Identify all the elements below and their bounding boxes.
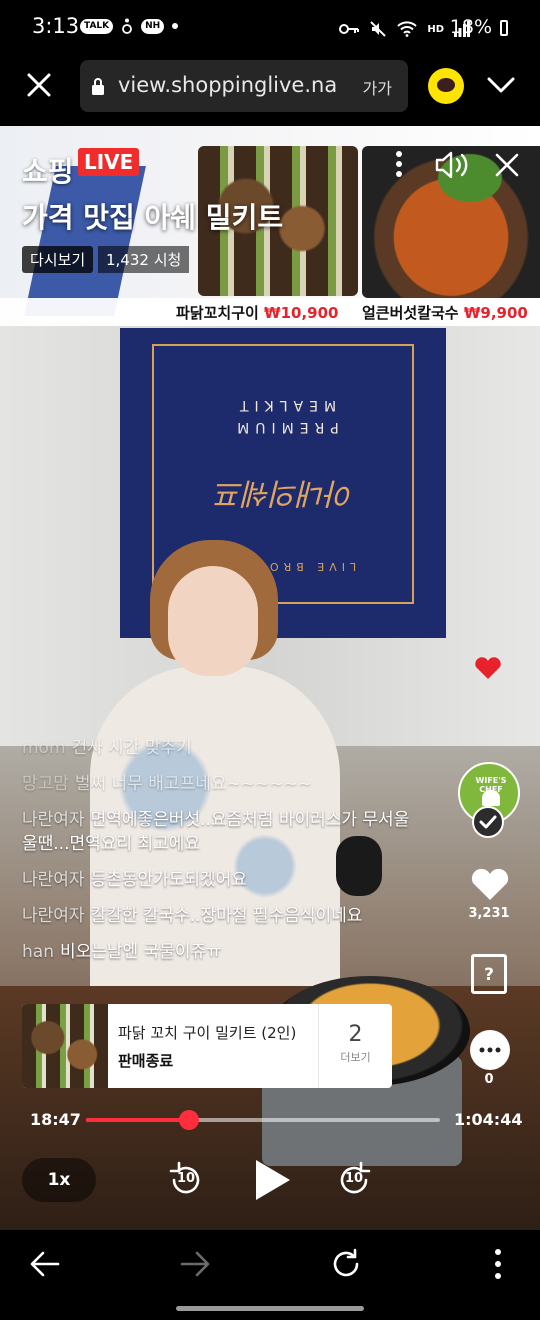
chevron-down-icon[interactable] [486,74,516,96]
sound-icon[interactable] [434,150,470,180]
live-banner: 쇼핑 LIVE 가격 맛집 아쉐 밀키트 다시보기 1,432 시청 파닭꼬치구… [0,126,540,326]
chat-user: mom [22,738,66,758]
playback-speed-button[interactable]: 1x [22,1158,96,1202]
status-time: 3:13 [32,14,80,38]
nh-icon: NH [141,18,165,34]
close-icon[interactable] [494,152,520,178]
replay-badge: 다시보기 [22,246,94,273]
chat-message: 망고맘 벌써 너무 배고프네요~~~~~~ [22,772,422,796]
logo-tagline: PREMIUM MEALKIT [231,397,339,435]
status-bar: 3:13 TALK NH HD 18% [0,0,540,56]
live-chat: mom 건사 시간 맞추기 망고맘 벌써 너무 배고프네요~~~~~~ 나란여자 면역… [22,736,422,976]
chat-text: 등촌동안가도되겠어요 [90,870,247,890]
checkmark-glyph [479,815,497,829]
comment-count: 0 [484,1072,494,1087]
battery-level: 18% [449,16,492,38]
product-label: 얼큰버섯칼국수 [362,304,459,322]
rewind-10-icon[interactable]: 10 [166,1160,206,1200]
broadcast-title: 가격 맛집 아쉐 밀키트 [22,201,284,234]
view-count: 1,432 시청 [98,246,190,273]
address-bar[interactable]: view.shoppinglive.na 가가 [80,60,408,112]
key-icon [339,24,360,34]
chat-user: han [22,942,54,962]
more-products-button[interactable]: 2 더보기 [318,1004,392,1088]
chat-user: 나란여자 [22,810,85,830]
price-item: 파닭꼬치구이 ₩10,900 [176,302,338,323]
like-heart-icon[interactable] [470,866,510,902]
more-vertical-icon[interactable] [396,150,402,178]
lock-icon [92,78,104,95]
current-time: 18:47 [30,1110,81,1129]
refresh-icon[interactable] [330,1248,362,1280]
like-count: 3,231 [468,906,510,921]
shopping-logo: 쇼핑 [22,155,74,188]
hd-voice-icon: HD [427,23,444,35]
talk-icon: TALK [80,18,114,34]
product-price: ₩10,900 [264,304,339,322]
more-products-label: 더보기 [340,1051,371,1064]
comment-icon[interactable] [470,1030,510,1070]
chef-hat-icon [482,790,500,806]
chat-message: 나란여자 면역에좋은버섯..요즘처럼 바이러스가 무서울울땐...면역요리 최고에… [22,808,422,856]
wifi-icon [397,21,418,37]
live-badge: LIVE [78,148,140,176]
chat-bubble-icon [437,78,455,92]
host-face [168,566,258,676]
chat-message: 나란여자 칼칼한 칼국수..장마철 필수음식이네요 [22,904,422,928]
close-icon[interactable] [24,70,54,100]
chat-user: 나란여자 [22,870,85,890]
product-price: ₩9,900 [463,304,528,322]
chat-text: 칼칼한 칼국수..장마철 필수음식이네요 [90,906,363,926]
seek-handle[interactable] [178,1110,199,1130]
chat-message: 나란여자 등촌동안가도되겠어요 [22,868,422,892]
browser-toolbar: view.shoppinglive.na 가가 [0,56,540,126]
battery-icon [500,20,508,36]
more-vertical-icon[interactable] [494,1248,502,1280]
chat-message: han 비오는날엔 국물이쥬ㅠ [22,940,422,964]
text-size-button[interactable]: 가가 [363,75,392,99]
back-arrow-icon[interactable] [30,1250,60,1278]
product-list-button[interactable]: ? [471,954,507,994]
mute-icon [370,21,387,37]
product-label: 파닭꼬치구이 [176,304,259,322]
comment-dots-glyph [479,1047,501,1053]
price-item: 얼큰버섯칼국수 ₩9,900 [362,302,528,323]
price-strip: 파닭꼬치구이 ₩10,900 얼큰버섯칼국수 ₩9,900 [0,298,540,326]
url-text[interactable]: view.shoppinglive.na [118,73,342,97]
dot-icon [172,23,179,29]
chat-message: mom 건사 시간 맞추기 [22,736,422,760]
chat-user: 망고맘 [22,774,69,794]
home-gesture-bar[interactable] [176,1306,364,1311]
chat-text: 건사 시간 맞추기 [71,738,192,758]
seek-bar-fill [86,1118,189,1122]
chat-text: 벌써 너무 배고프네요~~~~~~ [74,774,312,794]
kakao-talk-icon[interactable] [428,68,464,104]
forward-arrow-icon[interactable] [180,1250,210,1278]
check-icon[interactable] [472,806,504,838]
notification-icons: TALK NH [80,18,179,34]
wheelchair-icon [122,18,133,34]
logo-wordmark: 아내의쉐프 [216,475,354,510]
play-icon[interactable] [252,1158,292,1202]
heart-icon [475,657,501,679]
total-time: 1:04:44 [454,1110,523,1129]
forward-seconds: 10 [344,1171,364,1186]
product-name[interactable]: 파닭 꼬치 구이 밀키트 (2인) [118,1022,296,1043]
browser-bottom-nav [0,1230,540,1320]
forward-10-icon[interactable]: 10 [334,1160,374,1200]
seek-bar[interactable] [86,1110,440,1130]
rewind-seconds: 10 [176,1171,196,1186]
product-card[interactable]: 파닭 꼬치 구이 밀키트 (2인) 판매종료 2 더보기 [22,1004,392,1088]
more-products-count: 2 [348,1022,363,1047]
sale-status: 판매종료 [118,1052,174,1070]
live-video[interactable]: PREMIUM MEALKIT 아내의쉐프 LIVE BROADCA mom 건사… [0,326,540,1230]
chat-user: 나란여자 [22,906,85,926]
question-icon: ? [484,965,494,985]
chat-text: 비오는날엔 국물이쥬ㅠ [59,942,222,962]
product-thumbnail[interactable] [22,1004,108,1088]
